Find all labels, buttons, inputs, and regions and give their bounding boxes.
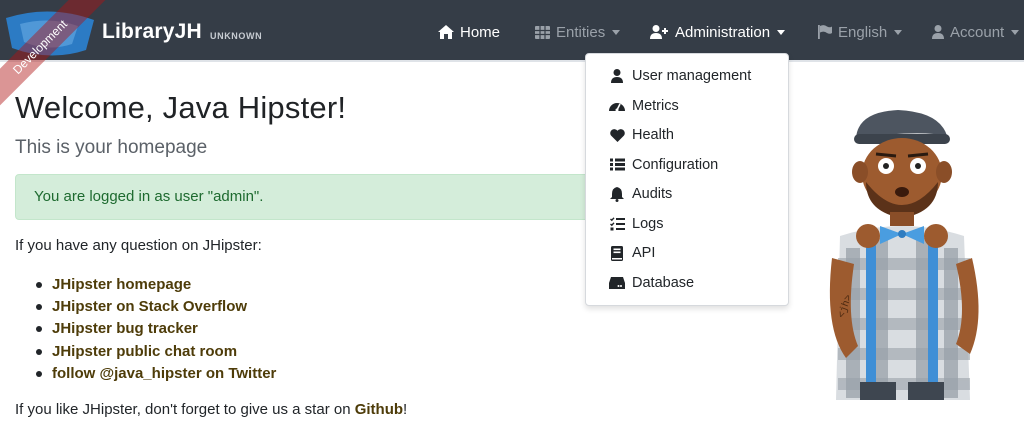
menu-item-label: User management [632,68,752,84]
jhipster-homepage-link[interactable]: JHipster homepage [52,276,191,293]
page-title: Welcome, Java Hipster! [15,90,347,125]
nav-language[interactable]: English [818,20,903,44]
nav-administration[interactable]: Administration [650,20,786,44]
chat-room-link[interactable]: JHipster public chat room [52,343,237,360]
bell-icon [609,186,625,202]
caret-down-icon [777,29,786,35]
menu-item-label: Metrics [632,97,679,114]
jhipster-links-list: JHipster homepage JHipster on Stack Over… [15,274,276,385]
administration-dropdown-menu: User management Metrics Health Configura… [585,53,789,306]
list-item: JHipster homepage [15,274,276,296]
menu-item-label: Logs [632,215,664,232]
menu-item-audits[interactable]: Audits [586,180,786,208]
menu-item-label: Database [632,274,695,291]
menu-item-health[interactable]: Health [586,121,786,149]
hdd-icon [609,275,625,291]
jhipster-mascot-image: <jh> [829,110,979,400]
menu-item-metrics[interactable]: Metrics [586,92,786,120]
list-item: JHipster on Stack Overflow [15,296,276,318]
nav-home-label: Home [460,23,501,41]
stack-overflow-link[interactable]: JHipster on Stack Overflow [52,298,247,315]
caret-down-icon [894,29,903,35]
list-item: follow @java_hipster on Twitter [15,363,276,385]
list-item: JHipster public chat room [15,341,276,363]
nav-account-label: Account [950,23,1005,41]
brand-version: UNKNOWN [210,31,263,41]
nav-entities[interactable]: Entities [535,20,621,44]
heart-icon [609,127,625,143]
menu-item-logs[interactable]: Logs [586,210,786,238]
github-link[interactable]: Github [355,401,403,418]
user-icon [609,68,625,84]
menu-item-database[interactable]: Database [586,269,786,297]
menu-item-configuration[interactable]: Configuration [586,151,786,179]
nav-administration-label: Administration [675,23,771,41]
github-star-text: If you like JHipster, don't forget to gi… [15,401,407,418]
github-text-prefix: If you like JHipster, don't forget to gi… [15,401,355,418]
tachometer-icon [609,98,625,114]
menu-item-api[interactable]: API [586,239,786,267]
logged-in-alert: You are logged in as user "admin". [15,174,615,220]
book-icon [609,245,625,261]
menu-item-label: Health [632,127,674,143]
brand-name[interactable]: LibraryJH [102,20,202,44]
bug-tracker-link[interactable]: JHipster bug tracker [52,320,198,337]
flag-icon [818,25,832,39]
list-icon [609,157,625,173]
menu-item-label: Audits [632,186,673,202]
table-icon [535,25,550,39]
menu-item-label: Configuration [632,156,719,173]
github-text-suffix: ! [403,401,408,418]
list-item: JHipster bug tracker [15,318,276,340]
home-icon [438,25,454,39]
menu-item-user-management[interactable]: User management [586,62,786,90]
nav-home[interactable]: Home [438,20,500,44]
tasks-icon [609,216,625,232]
menu-item-label: API [632,245,656,261]
nav-entities-label: Entities [556,23,606,41]
caret-down-icon [612,29,621,35]
user-icon [932,25,944,39]
page-subtitle: This is your homepage [15,137,208,158]
navbar: Development LibraryJH UNKNOWN Home Entit… [0,0,1024,113]
twitter-link[interactable]: follow @java_hipster on Twitter [52,365,276,382]
user-plus-icon [650,25,668,39]
nav-language-label: English [838,23,888,41]
nav-account[interactable]: Account [932,20,1020,44]
caret-down-icon [1011,29,1020,35]
question-text: If you have any question on JHipster: [15,237,262,254]
